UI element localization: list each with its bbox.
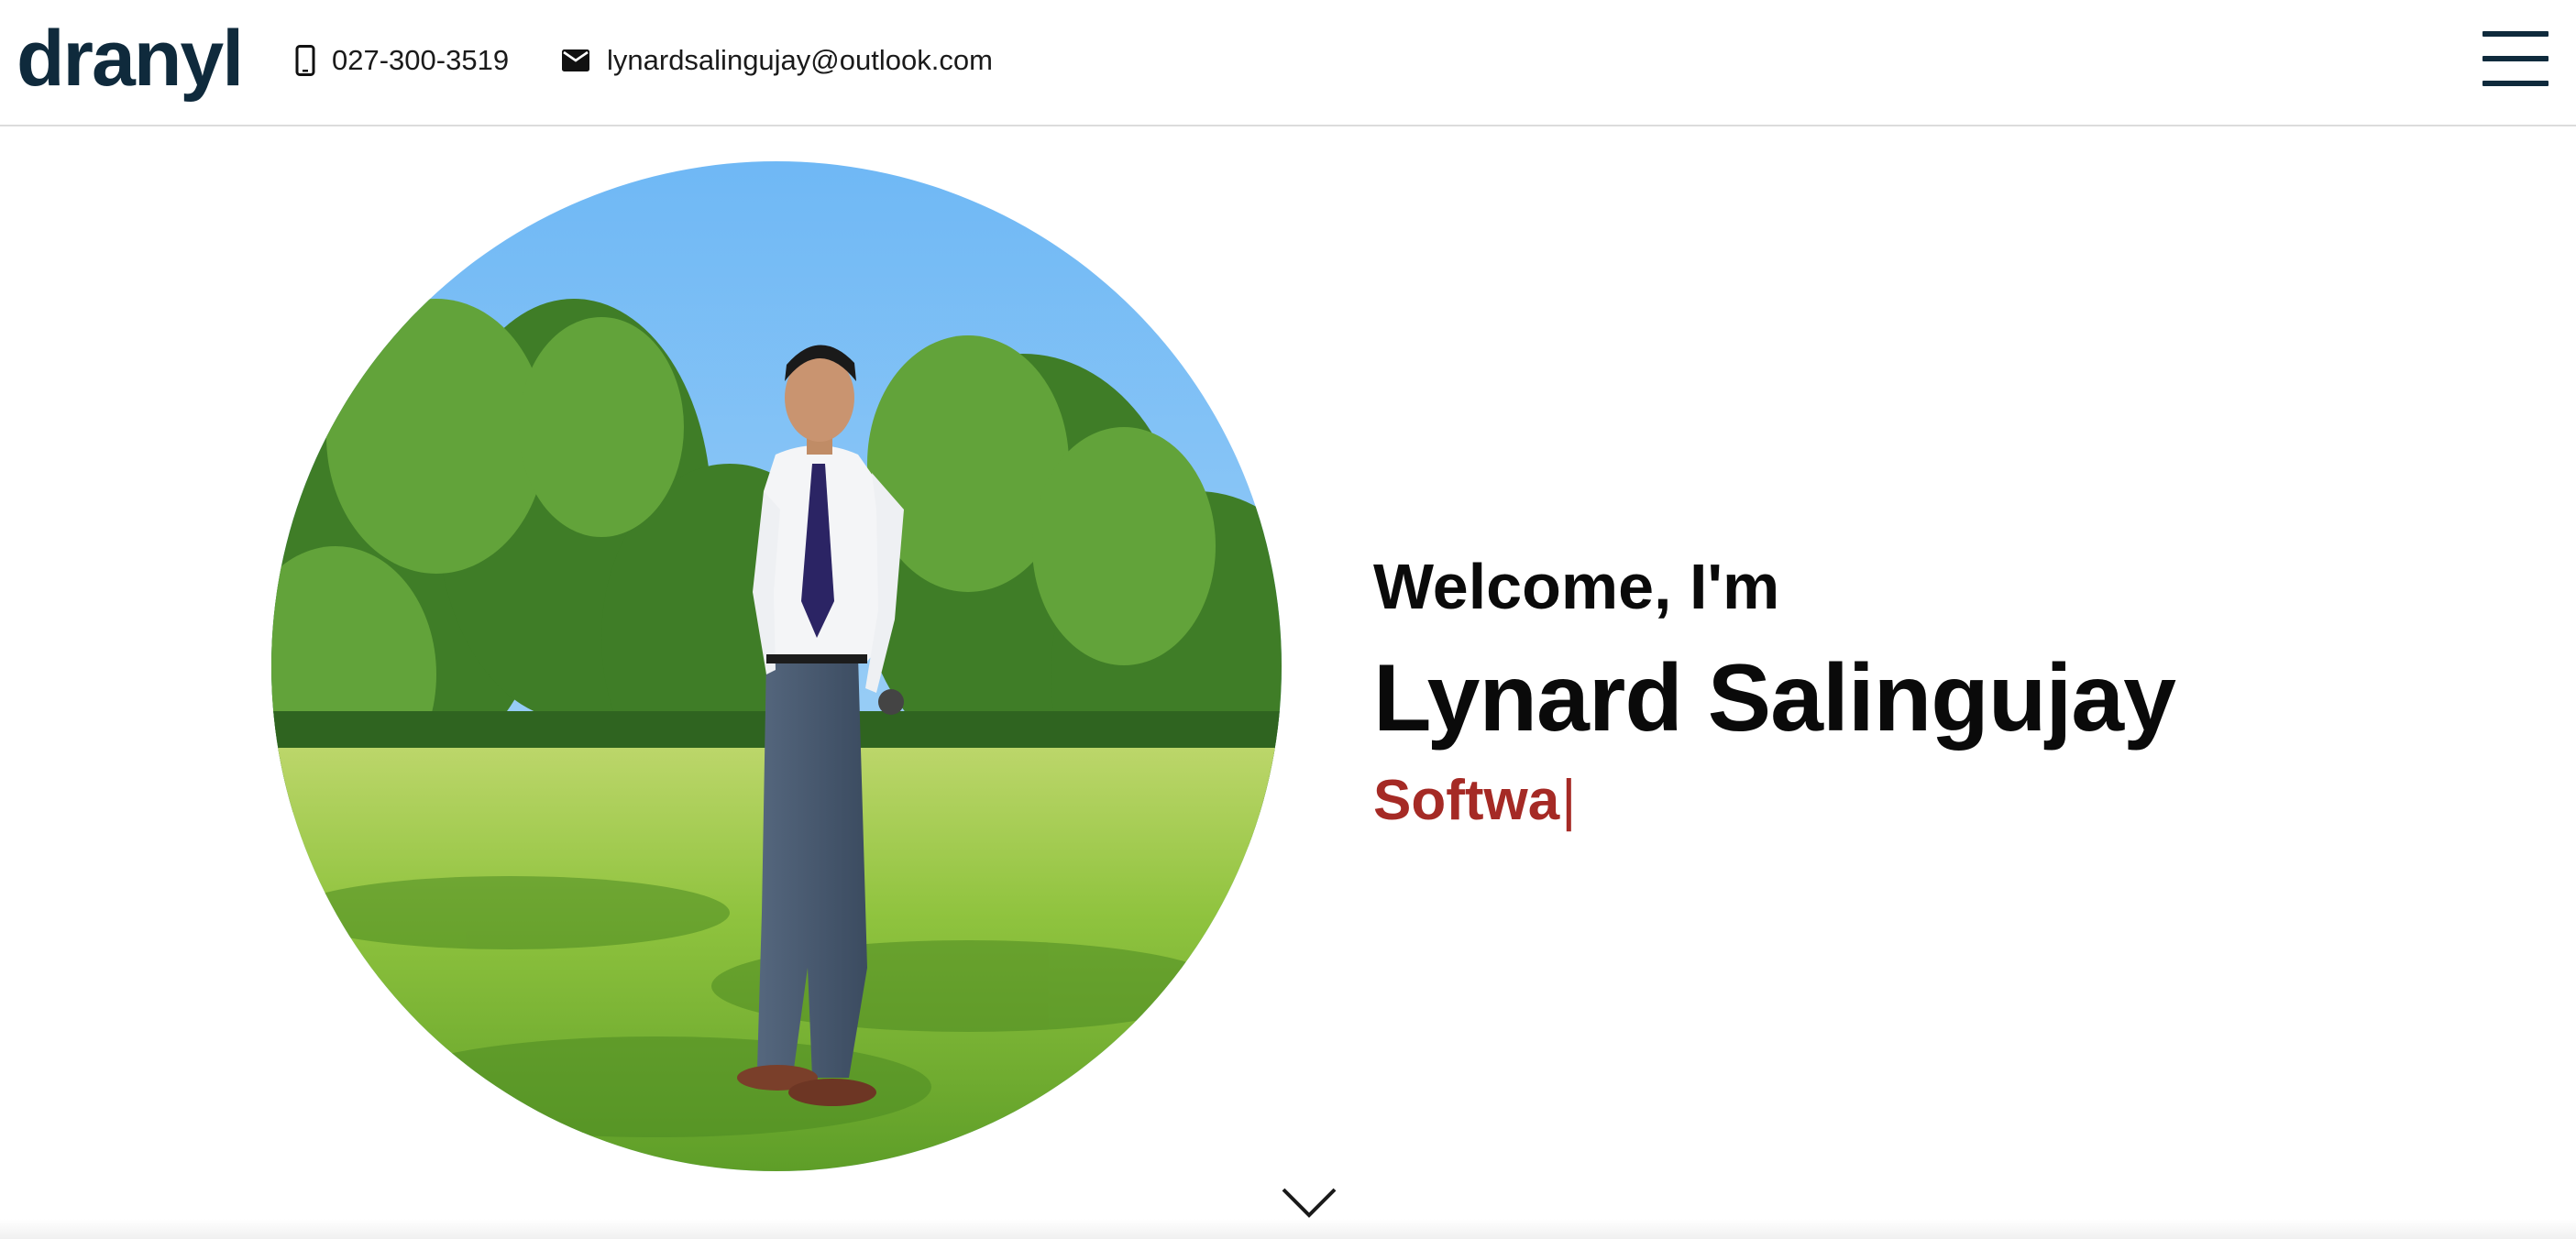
phone-number: 027-300-3519 [332,44,510,76]
typed-role-text: Softwa [1373,769,1560,832]
welcome-greeting: Welcome, I'm [1373,551,1780,622]
section-divider-shadow [0,1219,2576,1239]
site-header: dranyl 027-300-3519 lynardsalingujay@out… [0,0,2576,126]
phone-link[interactable]: 027-300-3519 [295,40,509,81]
menu-bar [2482,31,2548,37]
email-address: lynardsalingujay@outlook.com [607,44,993,76]
profile-photo-illustration [271,161,1282,1171]
chevron-down-icon[interactable] [1280,1184,1338,1221]
envelope-icon [561,49,590,72]
hero-name: Lynard Salingujay [1373,645,2176,751]
menu-bar [2482,81,2548,86]
typing-cursor: | [1561,769,1577,832]
email-link[interactable]: lynardsalingujay@outlook.com [561,40,993,81]
site-logo[interactable]: dranyl [17,13,244,104]
hamburger-menu-icon[interactable] [2482,31,2548,86]
typed-role: Softwa| [1373,766,1576,836]
profile-photo [271,161,1282,1171]
mobile-phone-icon [295,45,315,76]
menu-bar [2482,56,2548,61]
